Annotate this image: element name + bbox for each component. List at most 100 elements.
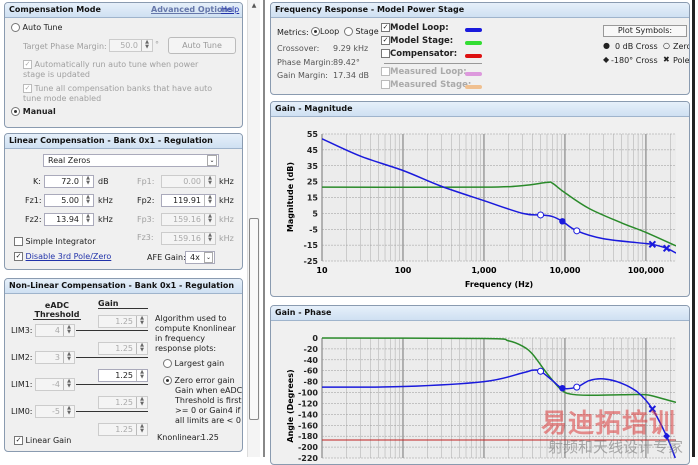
spinner-arrows-icon[interactable]: ▲ ▼ — [82, 195, 93, 206]
y-tick-label: -160 — [298, 421, 318, 430]
metrics-stage-radio[interactable]: Stage — [344, 27, 379, 36]
x-tick-label: 100 — [395, 266, 412, 275]
chevron-down-icon[interactable]: ⌄ — [207, 155, 217, 166]
spinner-arrows-icon[interactable]: ▲ ▼ — [136, 370, 147, 381]
fz2-spinner[interactable]: 13.94 ▲ ▼ — [44, 213, 94, 226]
fz3-label: Fz3: — [137, 233, 154, 242]
khz-unit: kHz — [219, 177, 234, 186]
spinner-arrows-icon[interactable]: ▲ ▼ — [204, 233, 215, 244]
afe-gain-value: 4x — [190, 253, 200, 262]
threshold-line — [76, 384, 148, 385]
auto-tune-radio[interactable]: Auto Tune — [11, 23, 62, 32]
auto-run-label: Automatically run auto tune when power s… — [23, 60, 199, 79]
tune-all-checkbox[interactable]: ✓ Tune all compensation banks that have … — [23, 84, 223, 104]
spinner-arrows-icon[interactable]: ▲ ▼ — [63, 325, 74, 336]
zero-error-gain-radio[interactable]: Zero error gain — [163, 376, 235, 385]
zero-marker — [537, 211, 545, 219]
spinner-arrows-icon[interactable]: ▲ ▼ — [204, 176, 215, 187]
spinner-arrows-icon[interactable]: ▲ ▼ — [63, 406, 74, 417]
y-axis-label: Angle (Degrees) — [286, 369, 295, 442]
zero-marker — [573, 227, 581, 235]
spinner-arrows-icon[interactable]: ▲ ▼ — [136, 397, 147, 408]
lim-value: -4 — [52, 380, 60, 389]
largest-gain-radio[interactable]: Largest gain — [163, 359, 224, 368]
spinner-arrows-icon[interactable]: ▲ ▼ — [82, 214, 93, 225]
spinner-arrows-icon[interactable]: ▲ ▼ — [204, 195, 215, 206]
spinner-arrows-icon[interactable]: ▲ ▼ — [63, 379, 74, 390]
gain-value: 1.25 — [115, 425, 133, 434]
spinner-arrows-icon[interactable]: ▲ ▼ — [141, 40, 152, 51]
y-tick-label: -80 — [304, 378, 319, 387]
fz1-spinner[interactable]: 5.00 ▲ ▼ — [44, 194, 94, 207]
spinner-arrows-icon[interactable]: ▲ ▼ — [136, 343, 147, 354]
spinner-arrows-icon[interactable]: ▲ ▼ — [136, 316, 147, 327]
afe-gain-dropdown[interactable]: 4x ⌄ — [185, 251, 215, 264]
phase-margin-label: Phase Margin: — [277, 58, 334, 67]
spinner-arrows-icon[interactable]: ▲ ▼ — [82, 176, 93, 187]
legend-swatch — [465, 72, 482, 76]
legend-item[interactable]: Compensator: — [381, 49, 457, 59]
spinner-arrows-icon[interactable]: ▲ ▼ — [63, 352, 74, 363]
linear-gain-label: Linear Gain — [25, 436, 72, 445]
gain-spinner[interactable]: 1.25 ▲ ▼ — [98, 423, 148, 436]
legend-swatch — [465, 54, 482, 58]
chevron-down-icon[interactable]: ⌄ — [204, 252, 213, 263]
left-scrollbar[interactable]: ▲ — [247, 0, 260, 457]
diamond-icon: ◆ — [603, 55, 610, 64]
spinner-arrows-icon[interactable]: ▲ ▼ — [204, 214, 215, 225]
legend-label: Measured Loop: — [390, 67, 467, 77]
fp2-spinner[interactable]: 119.91 ▲ ▼ — [161, 194, 216, 207]
lim-label: LIM3: — [11, 326, 33, 335]
legend-label: Model Stage: — [390, 36, 454, 46]
auto-run-checkbox[interactable]: ✓ Automatically run auto tune when power… — [23, 60, 223, 80]
panel-header: Non-Linear Compensation - Bank 0x1 - Reg… — [5, 279, 242, 294]
scrollbar-thumb[interactable] — [249, 218, 259, 420]
crossover-value: 9.29 kHz — [333, 44, 369, 53]
panel-header: Linear Compensation - Bank 0x1 - Regulat… — [5, 134, 242, 149]
lim-spinner[interactable]: 4 ▲ ▼ — [35, 324, 75, 337]
plot-symbols-button[interactable]: Plot Symbols: — [603, 25, 687, 37]
lim-label: LIM0: — [11, 407, 33, 416]
help-link[interactable]: Help — [221, 3, 239, 17]
manual-radio[interactable]: Manual — [11, 107, 56, 116]
lim-spinner[interactable]: -4 ▲ ▼ — [35, 378, 75, 391]
fp3-spinner[interactable]: 159.16 ▲ ▼ — [161, 213, 216, 226]
fp1-label: Fp1: — [137, 177, 155, 186]
gain-spinner[interactable]: 1.25 ▲ ▼ — [98, 342, 148, 355]
legend-item[interactable]: ✓ Model Stage: — [381, 36, 453, 46]
lim-spinner[interactable]: -5 ▲ ▼ — [35, 405, 75, 418]
compensation-type-dropdown[interactable]: Real Zeros ⌄ — [43, 154, 219, 167]
frequency-response-panel: Frequency Response - Model Power Stage M… — [270, 2, 690, 95]
y-tick-label: -100 — [298, 389, 318, 398]
disable-3rd-pole-link[interactable]: Disable 3rd Pole/Zero — [26, 252, 112, 261]
gain-spinner[interactable]: 1.25 ▲ ▼ — [98, 396, 148, 409]
spinner-arrows-icon[interactable]: ▲ ▼ — [136, 424, 147, 435]
disable-3rd-pole-checkbox[interactable]: ✓ Disable 3rd Pole/Zero — [14, 252, 111, 261]
gain-spinner[interactable]: 1.25 ▲ ▼ — [98, 315, 148, 328]
legend-item[interactable]: Measured Loop: — [381, 67, 467, 77]
splitter[interactable] — [263, 0, 265, 457]
khz-unit: kHz — [219, 234, 234, 243]
legend-item[interactable]: Measured Stage: — [381, 80, 471, 90]
tune-all-label: Tune all compensation banks that have au… — [23, 84, 213, 103]
gain-spinner[interactable]: 1.25 ▲ ▼ — [98, 369, 148, 382]
lim-spinner[interactable]: 3 ▲ ▼ — [35, 351, 75, 364]
auto-tune-button[interactable]: Auto Tune — [168, 37, 236, 54]
gain-margin-label: Gain Margin: — [277, 71, 328, 80]
zero-error-description: Gain when eADC Threshold is first >= 0 o… — [175, 386, 243, 425]
legend-item[interactable]: ✓ Model Loop: — [381, 23, 449, 33]
fz3-spinner[interactable]: 159.16 ▲ ▼ — [161, 232, 216, 245]
linear-gain-checkbox[interactable]: ✓ Linear Gain — [14, 436, 71, 445]
simple-integrator-checkbox[interactable]: Simple Integrator — [14, 237, 95, 246]
target-pm-value: 50.0 — [120, 41, 138, 50]
x-tick-label: 10 — [316, 266, 328, 275]
scroll-up-icon[interactable]: ▲ — [249, 2, 259, 12]
fp1-spinner[interactable]: 0.00 ▲ ▼ — [161, 175, 216, 188]
dropdown-value: Real Zeros — [48, 156, 91, 165]
x-tick-label: 100,000 — [628, 266, 665, 275]
target-pm-spinner[interactable]: 50.0 ▲ ▼ — [109, 39, 153, 52]
threshold-line — [76, 330, 148, 331]
k-spinner[interactable]: 72.0 ▲ ▼ — [44, 175, 94, 188]
metrics-loop-radio[interactable]: Loop — [311, 27, 339, 36]
y-tick-label: -5 — [309, 225, 318, 234]
